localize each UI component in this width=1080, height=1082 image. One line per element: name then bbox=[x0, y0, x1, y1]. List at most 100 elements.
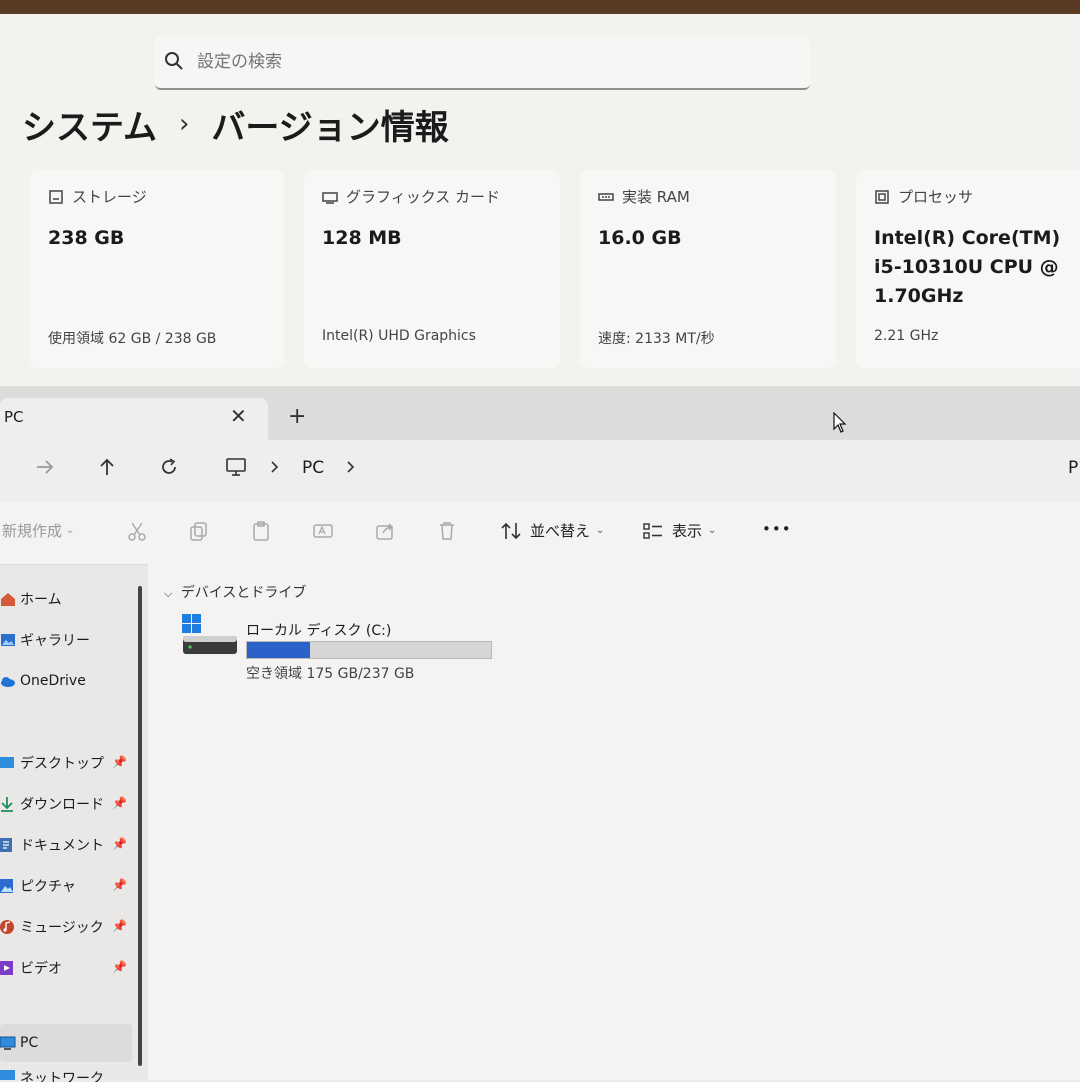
sidebar-item-downloads[interactable]: ダウンロード 📌 bbox=[0, 791, 132, 817]
monitor-bezel bbox=[0, 0, 1080, 14]
card-subtext: 使用領域 62 GB / 238 GB bbox=[48, 331, 217, 347]
drive-usage-bar bbox=[246, 641, 492, 659]
settings-search-input[interactable] bbox=[195, 46, 759, 78]
storage-card[interactable]: ストレージ 238 GB 使用領域 62 GB / 238 GB bbox=[30, 170, 284, 368]
chevron-down-icon: ⌄ bbox=[596, 525, 605, 536]
settings-search-box[interactable] bbox=[155, 36, 810, 90]
copy-icon[interactable] bbox=[188, 520, 210, 542]
storage-icon bbox=[49, 189, 63, 204]
desktop-icon bbox=[0, 757, 14, 768]
rename-icon[interactable] bbox=[312, 520, 334, 542]
sidebar-item-label: OneDrive bbox=[20, 673, 86, 689]
pin-icon[interactable]: 📌 bbox=[112, 919, 127, 933]
cut-icon[interactable] bbox=[126, 520, 148, 542]
content-pane: ⌵ デバイスとドライブ ローカル ディスク (C:) 空き領域 175 GB/2… bbox=[148, 564, 1080, 1080]
sidebar-item-videos[interactable]: ビデオ 📌 bbox=[0, 955, 132, 981]
delete-icon[interactable] bbox=[436, 520, 458, 542]
chevron-right-icon[interactable] bbox=[344, 456, 358, 478]
address-segment-pc[interactable]: PC bbox=[302, 458, 324, 478]
sidebar-item-pictures[interactable]: ピクチャ 📌 bbox=[0, 873, 132, 899]
more-options-icon[interactable]: ••• bbox=[762, 520, 792, 538]
navigation-bar: PC P bbox=[0, 440, 1080, 502]
drive-usage-fill bbox=[247, 642, 311, 658]
documents-icon bbox=[0, 838, 12, 852]
card-value: 238 GB bbox=[48, 227, 125, 249]
music-icon bbox=[0, 920, 14, 934]
processor-card[interactable]: プロセッサ Intel(R) Core(TM) i5-10310U CPU @ … bbox=[856, 170, 1080, 368]
tab-bar: PC ✕ + bbox=[0, 386, 1080, 440]
chevron-down-icon: ⌄ bbox=[66, 525, 75, 536]
sort-button[interactable]: 並べ替え ⌄ bbox=[500, 520, 604, 541]
new-button-label: 新規作成 bbox=[2, 522, 63, 540]
card-value-line: i5-10310U CPU @ bbox=[874, 256, 1059, 278]
sidebar-item-label: デスクトップ bbox=[20, 756, 104, 772]
up-arrow-icon[interactable] bbox=[96, 456, 118, 478]
close-tab-icon[interactable]: ✕ bbox=[230, 404, 247, 428]
new-button[interactable]: 新規作成 ⌄ bbox=[2, 520, 74, 541]
sidebar-item-desktop[interactable]: デスクトップ 📌 bbox=[0, 750, 132, 776]
pin-icon[interactable]: 📌 bbox=[112, 878, 127, 892]
sort-button-label: 並べ替え bbox=[530, 522, 591, 540]
pin-icon[interactable]: 📌 bbox=[112, 960, 127, 974]
breadcrumb: システム › バージョン情報 bbox=[22, 96, 449, 152]
sidebar-item-pc[interactable]: PC bbox=[0, 1024, 132, 1062]
pin-icon[interactable]: 📌 bbox=[112, 796, 127, 810]
sidebar-item-label: ミュージック bbox=[20, 920, 104, 936]
sidebar-item-gallery[interactable]: ギャラリー bbox=[0, 627, 132, 653]
forward-arrow-icon[interactable] bbox=[34, 456, 56, 478]
navigation-pane: ホーム ギャラリー OneDrive デスクトップ 📌 ダウンロード 📌 ドキュ… bbox=[0, 564, 140, 1082]
sidebar-item-label: ピクチャ bbox=[20, 879, 76, 895]
card-value: Intel(R) Core(TM) i5-10310U CPU @ 1.70GH… bbox=[874, 224, 1060, 311]
card-subtext: Intel(R) UHD Graphics bbox=[322, 328, 476, 344]
chevron-right-icon[interactable] bbox=[268, 456, 282, 478]
command-bar: 新規作成 ⌄ 並べ替え ⌄ 表示 ⌄ ••• bbox=[0, 502, 1080, 565]
card-label: グラフィックス カード bbox=[346, 188, 501, 206]
local-disk-icon bbox=[182, 614, 237, 654]
card-label: 実装 RAM bbox=[622, 188, 690, 206]
pin-icon[interactable]: 📌 bbox=[112, 755, 127, 769]
breadcrumb-separator: › bbox=[178, 109, 190, 139]
share-icon[interactable] bbox=[374, 520, 396, 542]
search-icon bbox=[165, 52, 183, 70]
sidebar-item-documents[interactable]: ドキュメント 📌 bbox=[0, 832, 132, 858]
new-tab-icon[interactable]: + bbox=[288, 404, 306, 429]
page-title: バージョン情報 bbox=[211, 107, 449, 148]
ram-card[interactable]: 実装 RAM 16.0 GB 速度: 2133 MT/秒 bbox=[580, 170, 836, 368]
pane-splitter[interactable] bbox=[138, 586, 142, 1066]
download-icon bbox=[1, 797, 13, 812]
home-icon bbox=[1, 593, 15, 606]
sidebar-item-music[interactable]: ミュージック 📌 bbox=[0, 914, 132, 940]
pictures-icon bbox=[0, 879, 13, 893]
sidebar-item-onedrive[interactable]: OneDrive bbox=[0, 668, 132, 694]
processor-icon bbox=[875, 189, 889, 204]
sidebar-item-label: PC bbox=[20, 1035, 39, 1051]
card-value: 16.0 GB bbox=[598, 227, 682, 249]
pin-icon[interactable]: 📌 bbox=[112, 837, 127, 851]
refresh-icon[interactable] bbox=[158, 456, 180, 478]
card-label: ストレージ bbox=[72, 188, 147, 206]
sidebar-item-label: ギャラリー bbox=[20, 633, 90, 649]
search-box-partial[interactable]: P bbox=[1068, 458, 1078, 478]
tab-pc[interactable]: PC ✕ bbox=[0, 398, 268, 440]
graphics-card-card[interactable]: グラフィックス カード 128 MB Intel(R) UHD Graphics bbox=[304, 170, 560, 368]
card-label: プロセッサ bbox=[898, 188, 974, 206]
videos-icon bbox=[0, 961, 13, 975]
ram-icon bbox=[598, 192, 614, 201]
drive-free-space: 空き領域 175 GB/237 GB bbox=[246, 666, 415, 682]
this-pc-icon[interactable] bbox=[224, 456, 248, 478]
sidebar-item-label: ホーム bbox=[20, 592, 62, 608]
sidebar-item-label: ダウンロード bbox=[20, 797, 104, 813]
card-subtext: 2.21 GHz bbox=[874, 328, 939, 344]
view-button[interactable]: 表示 ⌄ bbox=[642, 520, 716, 541]
card-subtext: 速度: 2133 MT/秒 bbox=[598, 331, 715, 347]
card-value-line: Intel(R) Core(TM) bbox=[874, 227, 1061, 249]
this-pc-icon bbox=[0, 1036, 16, 1050]
card-value: 128 MB bbox=[322, 227, 402, 249]
onedrive-cloud-icon bbox=[1, 677, 15, 687]
tab-title: PC bbox=[4, 408, 24, 426]
drive-item[interactable]: ローカル ディスク (C:) 空き領域 175 GB/237 GB bbox=[148, 564, 508, 684]
sidebar-item-home[interactable]: ホーム bbox=[0, 586, 132, 612]
breadcrumb-parent[interactable]: システム bbox=[22, 100, 157, 149]
drive-name: ローカル ディスク (C:) bbox=[246, 623, 392, 639]
paste-icon[interactable] bbox=[250, 520, 272, 542]
